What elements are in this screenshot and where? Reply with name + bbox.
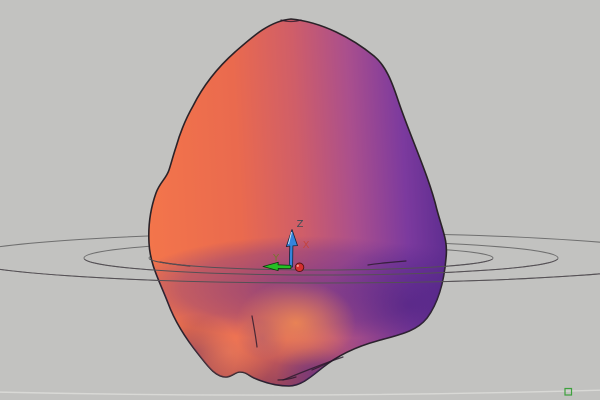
viewport[interactable]: Z Y X bbox=[0, 0, 600, 400]
z-axis-label: Z bbox=[297, 219, 304, 230]
x-axis-label: X bbox=[303, 240, 310, 251]
y-axis-label: Y bbox=[272, 253, 280, 264]
viewport-canvas[interactable]: Z Y X bbox=[0, 0, 600, 400]
x-axis-ball[interactable] bbox=[295, 263, 304, 272]
x-axis-highlight bbox=[297, 265, 299, 267]
